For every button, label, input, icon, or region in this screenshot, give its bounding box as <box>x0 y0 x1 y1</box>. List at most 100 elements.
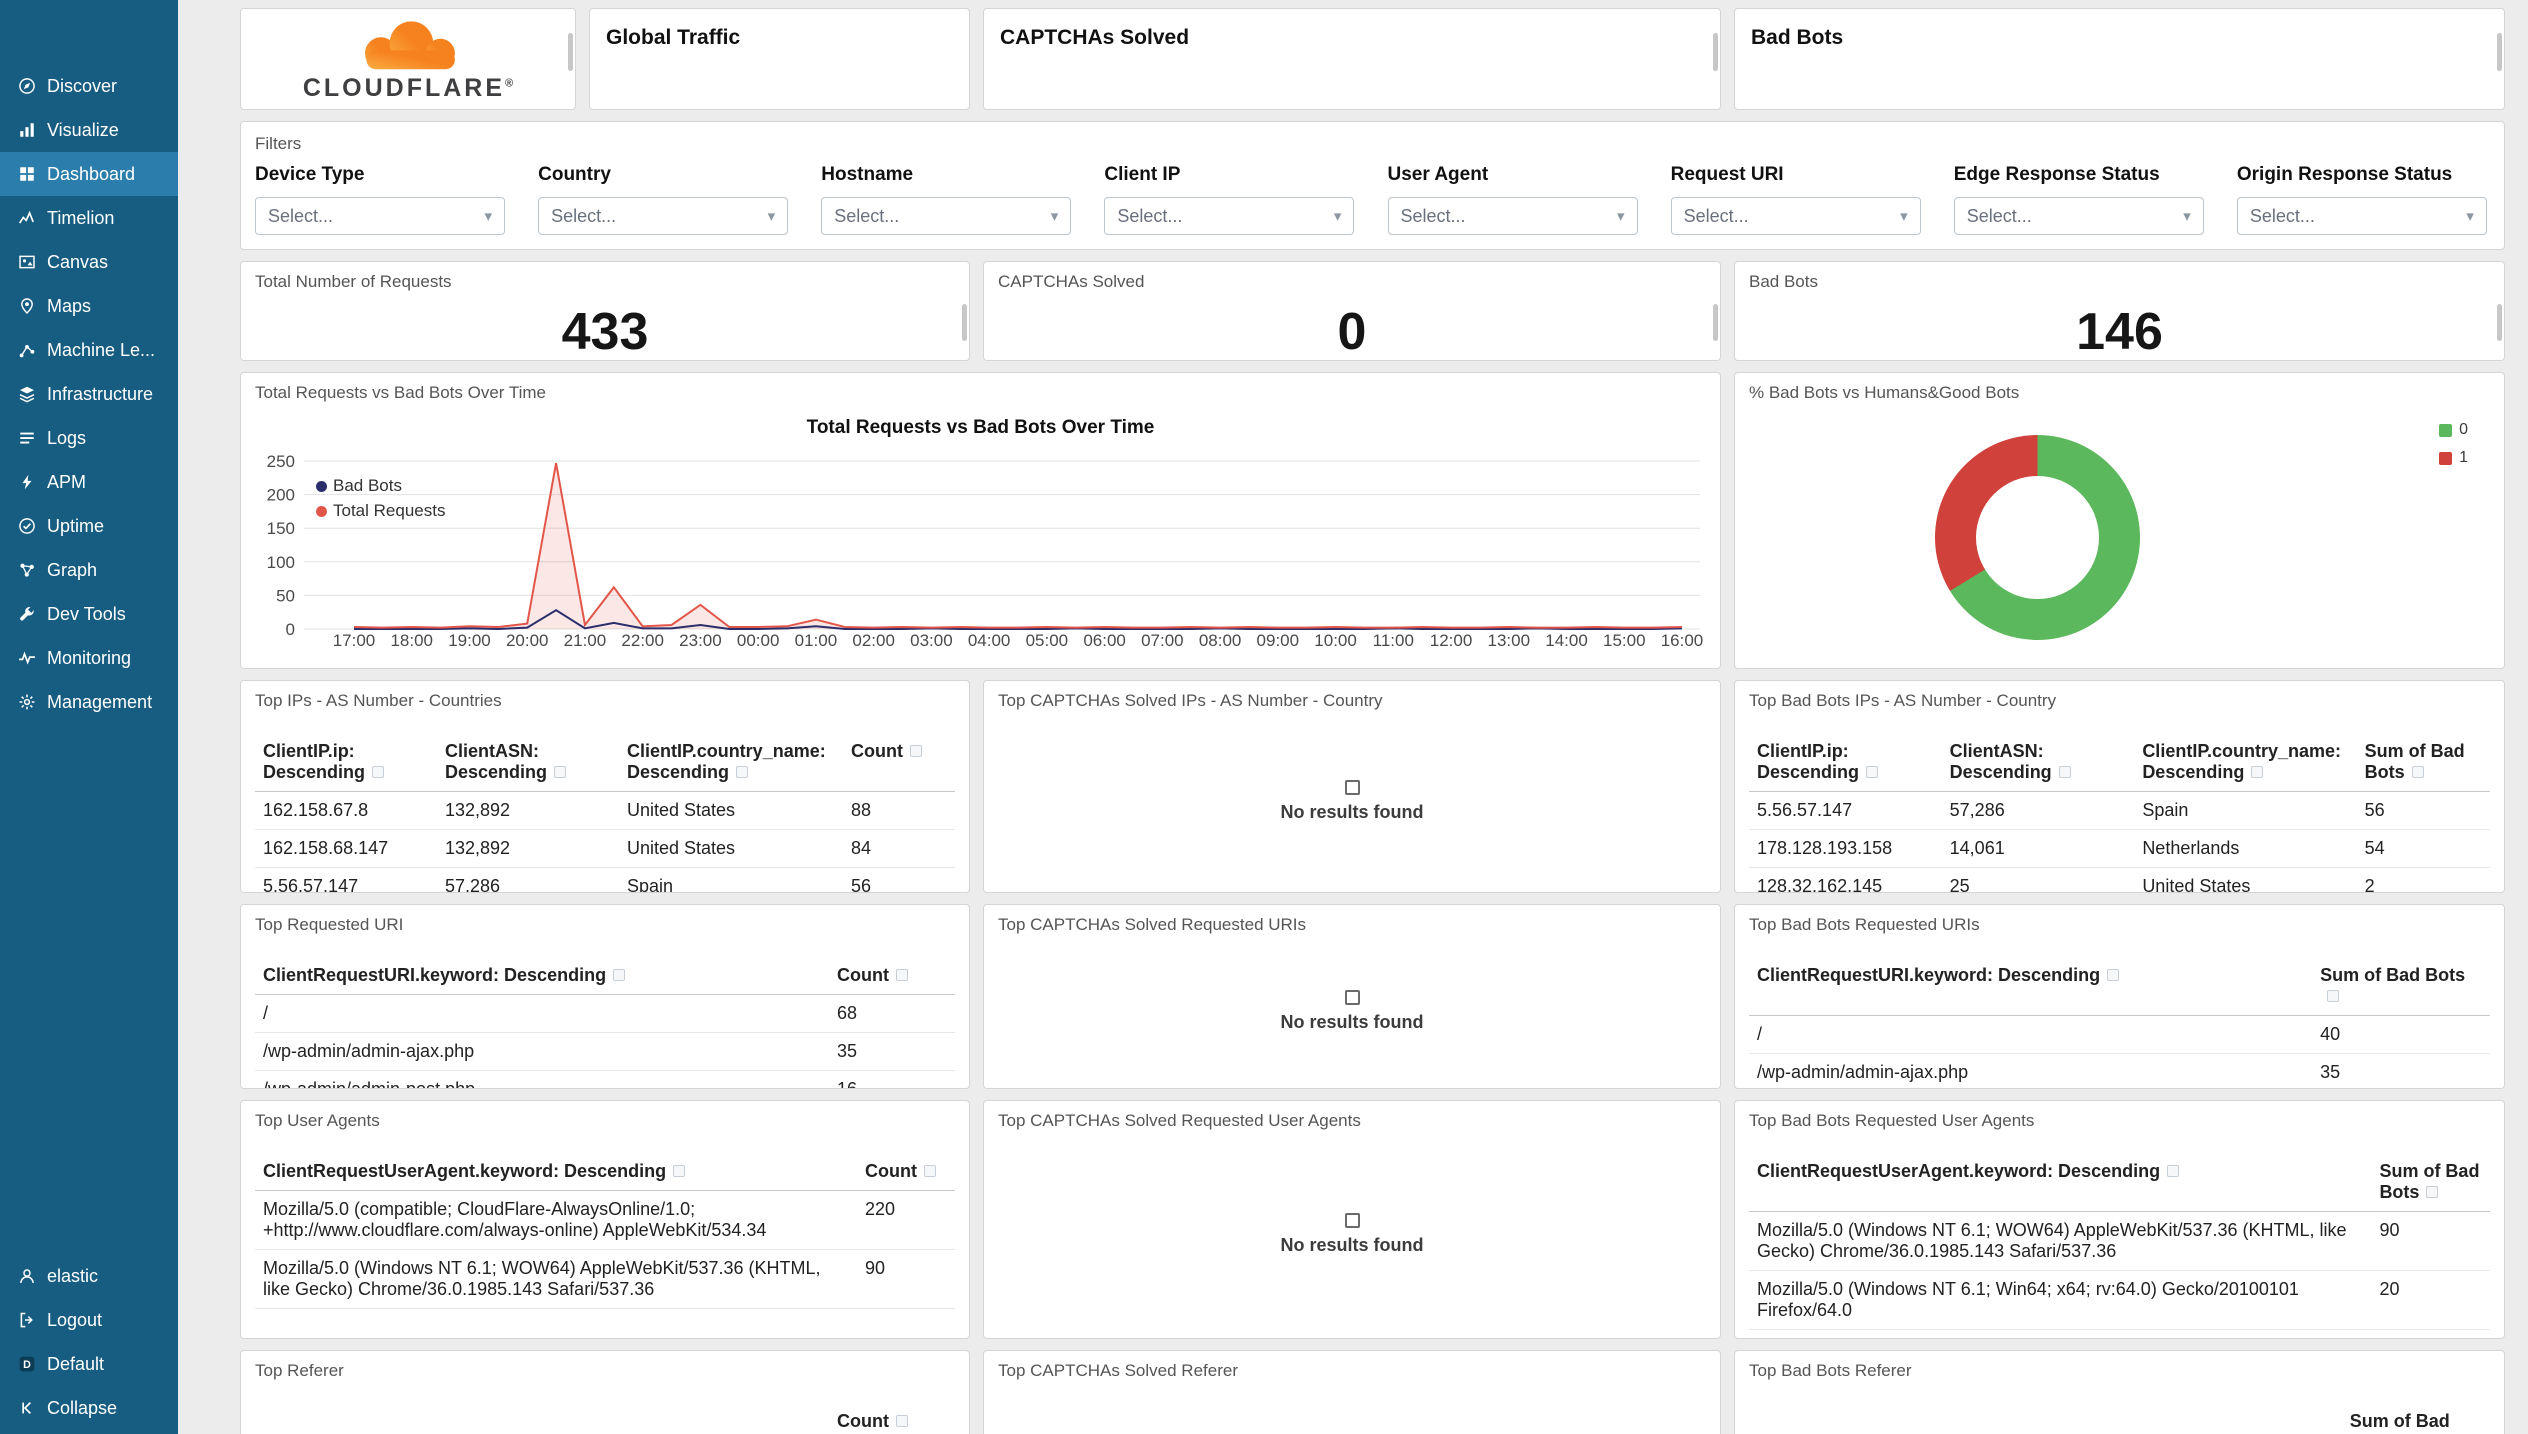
table-row[interactable]: /wp-admin/admin-ajax.php 35 <box>255 1032 955 1071</box>
column-header-clientip-ip-descending[interactable]: ClientIP.ip: Descending <box>1749 737 1942 792</box>
timeseries-plot[interactable]: 0 50 100 150 200 250 17:00 18:00 19:00 20:00 21:00… <box>254 445 1707 650</box>
sort-icon[interactable] <box>554 766 567 778</box>
scrollbar[interactable] <box>1713 304 1718 341</box>
sidebar-item-visualize[interactable]: Visualize <box>0 108 178 152</box>
sidebar-item-machine-learning[interactable]: Machine Le... <box>0 328 178 372</box>
sidebar-item-graph[interactable]: Graph <box>0 548 178 592</box>
column-header-count[interactable]: Count <box>829 1407 955 1434</box>
table-row[interactable]: /40 <box>1749 1015 2490 1054</box>
sidebar-item-dashboard[interactable]: Dashboard <box>0 152 178 196</box>
scrollbar[interactable] <box>1713 33 1718 71</box>
sort-icon[interactable] <box>613 969 626 981</box>
table-cell: Spain <box>619 867 843 892</box>
legend-item-bad-bots[interactable]: Bad Bots <box>316 476 445 496</box>
scrollbar[interactable] <box>568 33 573 71</box>
sort-icon[interactable] <box>2327 990 2340 1002</box>
filter-country-select[interactable]: Select... ▾ <box>538 197 789 235</box>
sidebar-item-logout[interactable]: Logout <box>0 1298 178 1342</box>
table-row[interactable]: 162.158.68.147 132,892 United States 84 <box>255 829 955 868</box>
sidebar-item-default-space[interactable]: D Default <box>0 1342 178 1386</box>
column-header-clientip-country-name-descending[interactable]: ClientIP.country_name: Descending <box>2134 737 2357 792</box>
sort-icon[interactable] <box>2058 766 2071 778</box>
filter-label: Request URI <box>1670 164 1784 185</box>
sort-icon[interactable] <box>372 766 385 778</box>
sort-icon[interactable] <box>2251 766 2264 778</box>
table-row[interactable]: Mozilla/5.0 (Windows NT 6.1; WOW64) Appl… <box>1749 1211 2490 1271</box>
sidebar-item-apm[interactable]: APM <box>0 460 178 504</box>
sidebar-item-timelion[interactable]: Timelion <box>0 196 178 240</box>
svg-text:03:00: 03:00 <box>910 631 953 650</box>
table-row[interactable]: /wp-admin/admin-ajax.php 35 <box>1749 1053 2490 1088</box>
sort-icon[interactable] <box>909 745 922 757</box>
table-row[interactable]: 178.128.193.158 14,061 Netherlands 54 <box>1749 829 2490 868</box>
sort-icon[interactable] <box>1866 766 1879 778</box>
legend-item-1[interactable]: 1 <box>2439 449 2468 467</box>
column-header-count[interactable]: Count <box>829 961 955 995</box>
data-table-top-badbot-referer: Sum of Bad Bots <box>1749 1407 2490 1434</box>
column-header-clientip-ip-descending[interactable]: ClientIP.ip: Descending <box>255 737 437 792</box>
column-header-count[interactable]: Count <box>857 1157 955 1191</box>
filter-user-agent-select[interactable]: Select... ▾ <box>1387 197 1638 235</box>
table-row[interactable]: 5.56.57.147 57,286 Spain 56 <box>255 867 955 892</box>
sidebar-item-discover[interactable]: Discover <box>0 64 178 108</box>
sort-icon[interactable] <box>2411 766 2424 778</box>
table-row[interactable]: 5.56.57.147 57,286 Spain 56 <box>1749 791 2490 830</box>
table-row[interactable]: Mozilla/5.0 (Windows NT 6.1; Win64; x64;… <box>1749 1270 2490 1330</box>
sidebar-item-uptime[interactable]: Uptime <box>0 504 178 548</box>
table-row[interactable]: 128.32.162.145 25 United States 2 <box>1749 867 2490 892</box>
filter-device-type-select[interactable]: Select... ▾ <box>255 197 505 235</box>
sort-icon[interactable] <box>895 1415 908 1427</box>
metrics-row: Total Number of Requests 433 CAPTCHAs So… <box>240 261 2506 361</box>
legend-item-total-requests[interactable]: Total Requests <box>316 501 445 521</box>
sort-icon[interactable] <box>2426 1186 2439 1198</box>
column-header-clientrequestuseragent-keyword-descending[interactable]: ClientRequestUserAgent.keyword: Descendi… <box>1749 1157 2372 1212</box>
table-row[interactable]: /68 <box>255 994 955 1033</box>
column-header-clientrequesturi-keyword-descending[interactable]: ClientRequestURI.keyword: Descending <box>1749 961 2313 1016</box>
column-header-sum-of-bad-bots[interactable]: Sum of Bad Bots <box>2356 737 2490 792</box>
sort-icon[interactable] <box>895 969 908 981</box>
sidebar-item-dev-tools[interactable]: Dev Tools <box>0 592 178 636</box>
sort-icon[interactable] <box>2107 969 2120 981</box>
sort-icon[interactable] <box>736 766 749 778</box>
scrollbar[interactable] <box>2497 304 2502 341</box>
column-header-sum-of-bad-bots[interactable]: Sum of Bad Bots <box>2341 1407 2490 1434</box>
sidebar-item-monitoring[interactable]: Monitoring <box>0 636 178 680</box>
scrollbar[interactable] <box>2497 33 2502 71</box>
filter-request-uri-select[interactable]: Select... ▾ <box>1670 197 1921 235</box>
column-header-clientasn-descending[interactable]: ClientASN: Descending <box>437 737 619 792</box>
table-row[interactable]: Mozilla/5.0 (compatible; CloudFlare-Alwa… <box>255 1190 955 1250</box>
panel-title: Top IPs - AS Number - Countries <box>255 691 502 710</box>
svg-text:04:00: 04:00 <box>968 631 1011 650</box>
column-header-sum-of-bad-bots[interactable]: Sum of Bad Bots <box>2312 961 2490 1016</box>
sidebar-footer: elastic Logout D Default Collapse <box>0 1254 178 1434</box>
sidebar-item-logs[interactable]: Logs <box>0 416 178 460</box>
column-header-label: ClientRequestURI.keyword: Descending <box>1757 965 2101 985</box>
filter-hostname-select[interactable]: Select... ▾ <box>821 197 1072 235</box>
data-table-top-uri: ClientRequestURI.keyword: Descending Coun… <box>255 961 955 1088</box>
column-header-clientrequestuseragent-keyword-descending[interactable]: ClientRequestUserAgent.keyword: Descendi… <box>255 1157 857 1191</box>
sort-icon[interactable] <box>673 1165 686 1177</box>
table-row[interactable]: Mozilla/5.0 (Windows NT 6.1; WOW64) Appl… <box>255 1249 955 1309</box>
filter-edge-response-status-select[interactable]: Select... ▾ <box>1953 197 2204 235</box>
column-header-clientip-country-name-descending[interactable]: ClientIP.country_name: Descending <box>619 737 843 792</box>
table-cell: 57,286 <box>437 867 619 892</box>
sort-icon[interactable] <box>923 1165 936 1177</box>
column-header-count[interactable]: Count <box>843 737 955 792</box>
sidebar-item-infrastructure[interactable]: Infrastructure <box>0 372 178 416</box>
sidebar-item-management[interactable]: Management <box>0 680 178 724</box>
table-row[interactable]: /wp-admin/admin-post.php16 <box>255 1070 955 1088</box>
filter-origin-response-status-select[interactable]: Select... ▾ <box>2236 197 2487 235</box>
sidebar-item-canvas[interactable]: Canvas <box>0 240 178 284</box>
legend-item-0[interactable]: 0 <box>2439 421 2468 439</box>
donut-chart[interactable] <box>1935 435 2140 640</box>
column-header-clientrequesturi-keyword-descending[interactable]: ClientRequestURI.keyword: Descending <box>255 961 829 995</box>
table-row[interactable]: 162.158.67.8 132,892 United States 88 <box>255 791 955 830</box>
sort-icon[interactable] <box>2167 1165 2180 1177</box>
sidebar-item-elastic-user[interactable]: elastic <box>0 1254 178 1298</box>
sidebar-item-collapse[interactable]: Collapse <box>0 1386 178 1430</box>
scrollbar[interactable] <box>962 304 967 341</box>
sidebar-item-maps[interactable]: Maps <box>0 284 178 328</box>
column-header-clientasn-descending[interactable]: ClientASN: Descending <box>1941 737 2135 792</box>
column-header-sum-of-bad-bots[interactable]: Sum of Bad Bots <box>2371 1157 2490 1212</box>
filter-client-ip-select[interactable]: Select... ▾ <box>1104 197 1355 235</box>
